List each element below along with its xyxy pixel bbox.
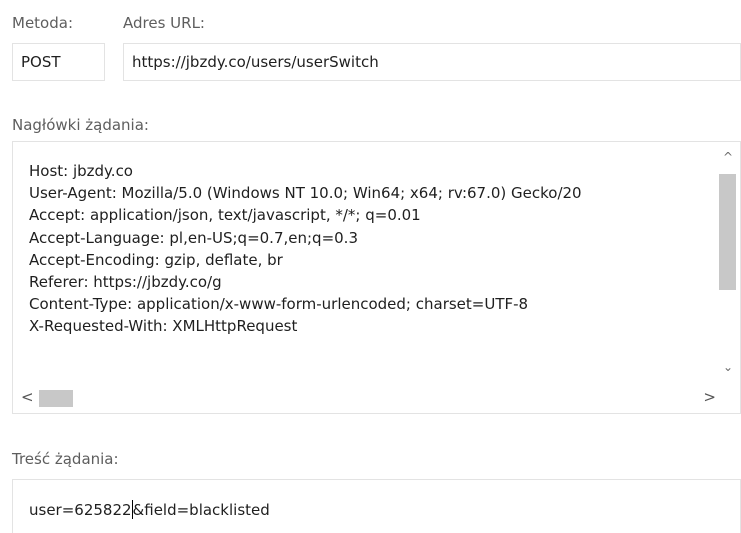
method-field[interactable]: POST [12, 43, 105, 81]
horizontal-scrollbar[interactable]: < > [13, 377, 718, 413]
body-value: user=625822&field=blacklisted [29, 500, 270, 520]
body-label: Treść żądania: [12, 450, 119, 468]
header-line: X-Requested-With: XMLHttpRequest [29, 317, 298, 336]
chevron-left-icon[interactable]: < [21, 388, 34, 406]
headers-textarea[interactable]: Host: jbzdy.co User-Agent: Mozilla/5.0 (… [12, 141, 741, 414]
header-line: Referer: https://jbzdy.co/g [29, 272, 222, 291]
header-line: Content-Type: application/x-www-form-url… [29, 295, 529, 314]
vertical-scrollbar[interactable]: ^ ⌄ [716, 142, 740, 376]
header-line: Accept-Encoding: gzip, deflate, br [29, 250, 283, 269]
url-field[interactable]: https://jbzdy.co/users/userSwitch [123, 43, 741, 81]
url-label: Adres URL: [123, 14, 205, 32]
body-text-after-caret: &field=blacklisted [132, 501, 270, 519]
url-value: https://jbzdy.co/users/userSwitch [132, 53, 379, 71]
chevron-right-icon[interactable]: > [703, 388, 716, 406]
chevron-down-icon[interactable]: ⌄ [716, 360, 740, 374]
headers-label: Nagłówki żądania: [12, 116, 149, 134]
body-text-before-caret: user=625822 [29, 501, 132, 519]
method-value: POST [21, 53, 61, 71]
vertical-scroll-thumb[interactable] [719, 174, 736, 290]
horizontal-scroll-thumb[interactable] [39, 390, 73, 407]
header-line: Host: jbzdy.co [29, 162, 133, 180]
header-line: Accept: application/json, text/javascrip… [29, 206, 421, 225]
header-line: Accept-Language: pl,en-US;q=0.7,en;q=0.3 [29, 228, 358, 247]
method-label: Metoda: [12, 14, 73, 32]
chevron-up-icon[interactable]: ^ [716, 150, 740, 164]
body-field[interactable]: user=625822&field=blacklisted [12, 479, 741, 533]
headers-lines: Host: jbzdy.co User-Agent: Mozilla/5.0 (… [29, 160, 713, 338]
header-line: User-Agent: Mozilla/5.0 (Windows NT 10.0… [29, 184, 582, 203]
